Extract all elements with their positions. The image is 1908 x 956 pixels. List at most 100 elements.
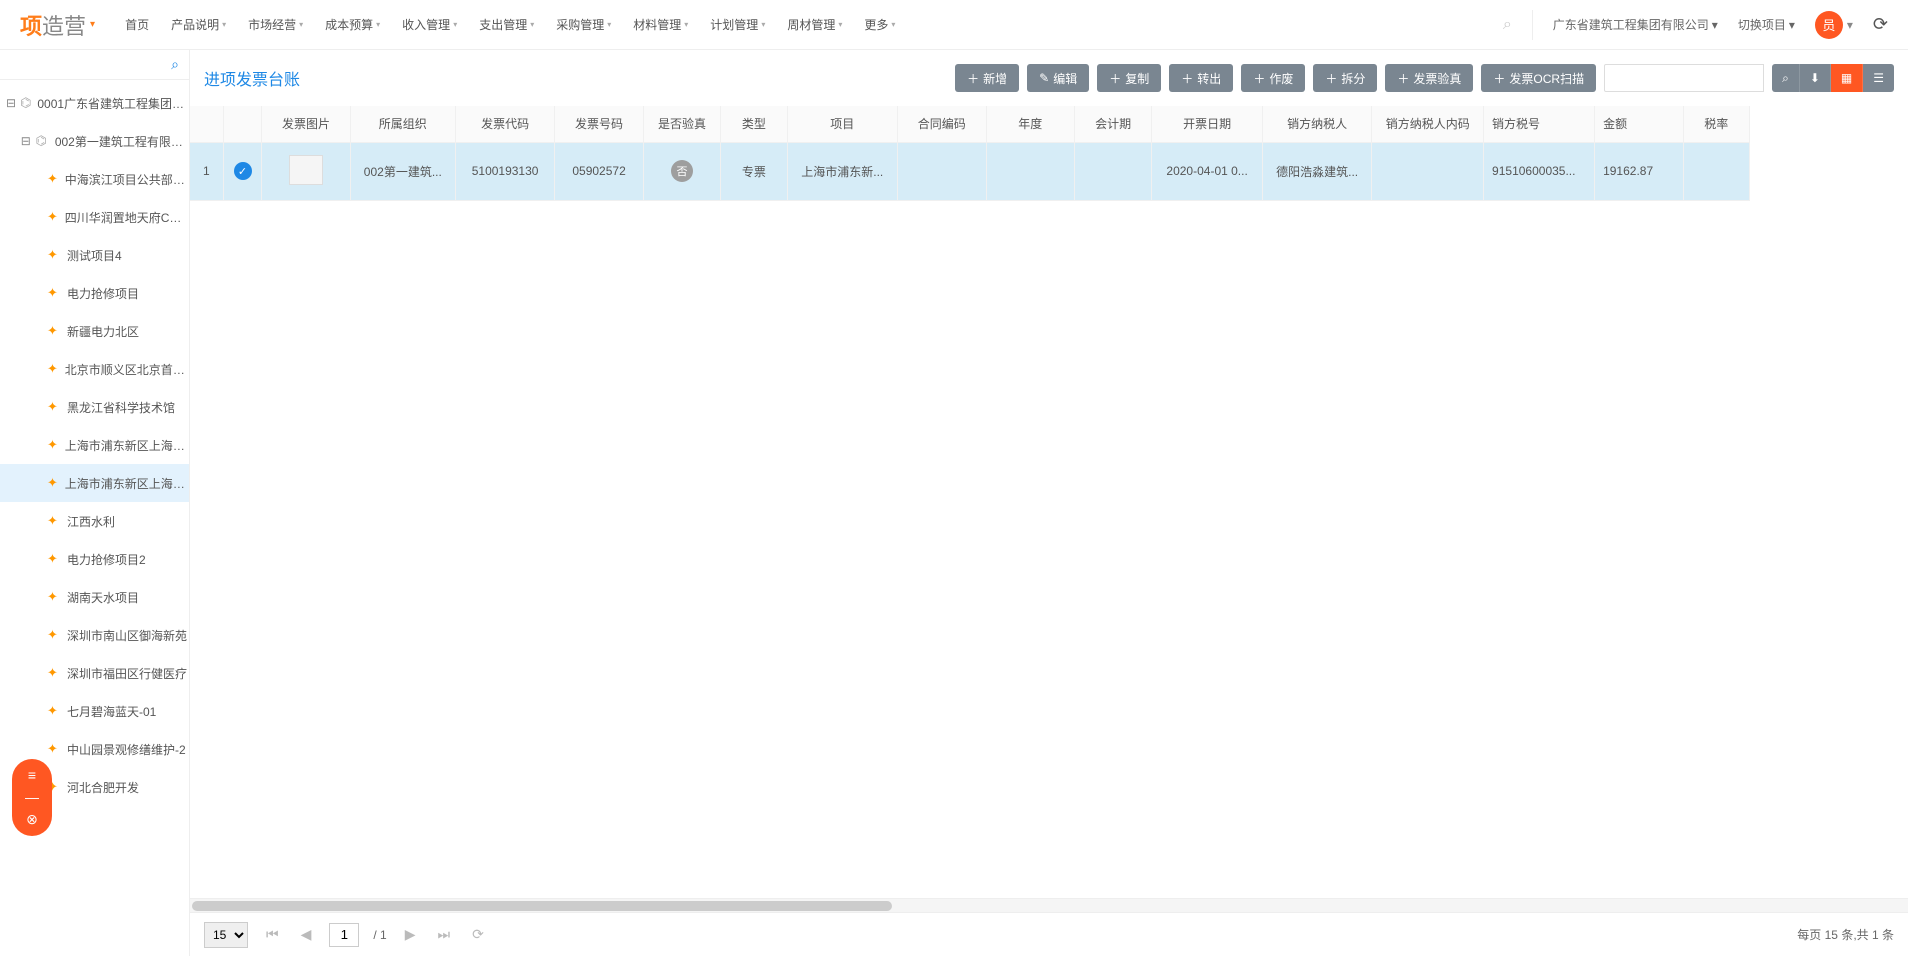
project-icon: ✦	[47, 173, 61, 185]
ocr-button[interactable]: ＋发票OCR扫描	[1481, 64, 1596, 92]
refresh-icon[interactable]: ⟳	[1873, 14, 1888, 35]
col-year[interactable]: 年度	[986, 106, 1074, 142]
sidebar-item[interactable]: ✦黑龙江省科学技术馆	[0, 388, 189, 426]
company-selector[interactable]: 广东省建筑工程集团有限公司▾	[1553, 16, 1718, 33]
collapse-icon[interactable]: ⊟	[20, 134, 32, 148]
sidebar-item[interactable]: ✦深圳市南山区御海新苑	[0, 616, 189, 654]
fab-menu-icon[interactable]: ≡	[28, 767, 36, 783]
col-period[interactable]: 会计期	[1074, 106, 1151, 142]
menu-home[interactable]: 首页	[125, 16, 149, 33]
org-icon: ⌬	[20, 97, 33, 109]
project-icon: ✦	[47, 287, 63, 299]
menu-material[interactable]: 材料管理▾	[633, 16, 688, 33]
chevron-down-icon: ▾	[1789, 18, 1795, 32]
plus-icon: ＋	[967, 70, 979, 87]
col-check	[223, 106, 262, 142]
last-page-button[interactable]: ⏭	[434, 926, 455, 943]
sidebar-item[interactable]: ✦上海市浦东新区上海海昌湾	[0, 426, 189, 464]
switch-project[interactable]: 切换项目▾	[1738, 16, 1795, 33]
prev-page-button[interactable]: ◀	[297, 926, 316, 943]
sidebar-item[interactable]: ✦电力抢修项目	[0, 274, 189, 312]
table-container[interactable]: 发票图片 所属组织 发票代码 发票号码 是否验真 类型 项目 合同编码 年度 会…	[190, 106, 1908, 898]
sidebar-item[interactable]: ✦上海市浦东新区上海海昌湾	[0, 464, 189, 502]
menu-more[interactable]: 更多▾	[864, 16, 895, 33]
sidebar-search[interactable]: ⌕	[0, 50, 189, 80]
chevron-down-icon: ▾	[222, 20, 226, 29]
project-icon: ✦	[47, 743, 63, 755]
col-contract[interactable]: 合同编码	[898, 106, 986, 142]
sidebar-item[interactable]: ✦四川华润置地天府CBD商务	[0, 198, 189, 236]
sidebar-item-label: 湖南天水项目	[67, 589, 139, 606]
search-icon[interactable]: ⌕	[1503, 16, 1512, 34]
tree-sub[interactable]: ⊟ ⌬ 002第一建筑工程有限公司	[0, 122, 189, 160]
sidebar-item-label: 电力抢修项目2	[67, 551, 146, 568]
cell-check[interactable]: ✓	[223, 142, 262, 200]
sidebar-item[interactable]: ✦七月碧海蓝天-01	[0, 692, 189, 730]
page-input[interactable]	[329, 923, 359, 947]
project-icon: ✦	[47, 629, 63, 641]
scrollbar-thumb[interactable]	[192, 901, 892, 911]
menu-cost[interactable]: 成本预算▾	[325, 16, 380, 33]
col-num[interactable]: 发票号码	[555, 106, 643, 142]
menu-plan[interactable]: 计划管理▾	[710, 16, 765, 33]
cell-image[interactable]	[262, 142, 350, 200]
menu-rental[interactable]: 周材管理▾	[787, 16, 842, 33]
sidebar-item-label: 中海滨江项目公共部位精装	[65, 171, 189, 188]
col-verify[interactable]: 是否验真	[643, 106, 720, 142]
fab-close-icon[interactable]: ⊗	[26, 811, 38, 828]
menu-product[interactable]: 产品说明▾	[171, 16, 226, 33]
sidebar-item[interactable]: ✦ 中海滨江项目公共部位精装	[0, 160, 189, 198]
col-proj[interactable]: 项目	[787, 106, 898, 142]
sidebar-item[interactable]: ✦深圳市福田区行健医疗	[0, 654, 189, 692]
user-menu[interactable]: 员 ▾	[1815, 11, 1853, 39]
sidebar-item[interactable]: ✦测试项目4	[0, 236, 189, 274]
col-amount[interactable]: 金额	[1595, 106, 1683, 142]
first-page-button[interactable]: ⏮	[262, 926, 283, 943]
search-input[interactable]	[1604, 64, 1764, 92]
verify-button[interactable]: ＋发票验真	[1385, 64, 1473, 92]
menu-income[interactable]: 收入管理▾	[402, 16, 457, 33]
verify-badge: 否	[671, 160, 693, 182]
col-sellerin[interactable]: 销方纳税人内码	[1372, 106, 1484, 142]
list-view-button[interactable]: ☰	[1863, 64, 1894, 92]
menu-market[interactable]: 市场经营▾	[248, 16, 303, 33]
sidebar-item-label: 上海市浦东新区上海海昌湾	[65, 437, 189, 454]
menu-expense[interactable]: 支出管理▾	[479, 16, 534, 33]
grid-view-button[interactable]: ▦	[1831, 64, 1863, 92]
col-rate[interactable]: 税率	[1683, 106, 1749, 142]
col-code[interactable]: 发票代码	[455, 106, 555, 142]
logo[interactable]: 项造营▾	[20, 9, 95, 41]
tree-root[interactable]: ⊟ ⌬ 0001广东省建筑工程集团有限公司	[0, 84, 189, 122]
col-image[interactable]: 发票图片	[262, 106, 350, 142]
page-size-select[interactable]: 15	[204, 922, 248, 948]
collapse-icon[interactable]: ⊟	[6, 96, 16, 110]
download-button[interactable]: ⬇	[1800, 64, 1831, 92]
table-row[interactable]: 1 ✓ 002第一建筑... 5100193130 05902572 否 专票 …	[190, 142, 1750, 200]
col-type[interactable]: 类型	[721, 106, 787, 142]
edit-button[interactable]: ✎编辑	[1027, 64, 1089, 92]
horizontal-scrollbar[interactable]	[190, 898, 1908, 912]
main-menu: 首页 产品说明▾ 市场经营▾ 成本预算▾ 收入管理▾ 支出管理▾ 采购管理▾ 材…	[125, 16, 1503, 33]
search-button[interactable]: ⌕	[1772, 64, 1800, 92]
sidebar-item[interactable]: ✦江西水利	[0, 502, 189, 540]
copy-button[interactable]: ＋复制	[1097, 64, 1161, 92]
add-button[interactable]: ＋新增	[955, 64, 1019, 92]
col-org[interactable]: 所属组织	[350, 106, 455, 142]
col-sellertax[interactable]: 销方税号	[1484, 106, 1595, 142]
next-page-button[interactable]: ▶	[401, 926, 420, 943]
split-button[interactable]: ＋拆分	[1313, 64, 1377, 92]
col-seller[interactable]: 销方纳税人	[1262, 106, 1371, 142]
out-button[interactable]: ＋转出	[1169, 64, 1233, 92]
sidebar-item[interactable]: ✦ 电力抢修项目2	[0, 540, 189, 578]
fab-minus-icon[interactable]: —	[25, 789, 39, 805]
menu-purchase[interactable]: 采购管理▾	[556, 16, 611, 33]
cell-rate	[1683, 142, 1749, 200]
project-icon: ✦	[47, 553, 63, 565]
col-date[interactable]: 开票日期	[1152, 106, 1263, 142]
void-button[interactable]: ＋作废	[1241, 64, 1305, 92]
sidebar-item[interactable]: ✦湖南天水项目	[0, 578, 189, 616]
sidebar-item[interactable]: ✦新疆电力北区	[0, 312, 189, 350]
reload-button[interactable]: ⟳	[468, 926, 488, 943]
sidebar-item[interactable]: ✦北京市顺义区北京首都国际	[0, 350, 189, 388]
chevron-down-icon: ▾	[761, 20, 765, 29]
